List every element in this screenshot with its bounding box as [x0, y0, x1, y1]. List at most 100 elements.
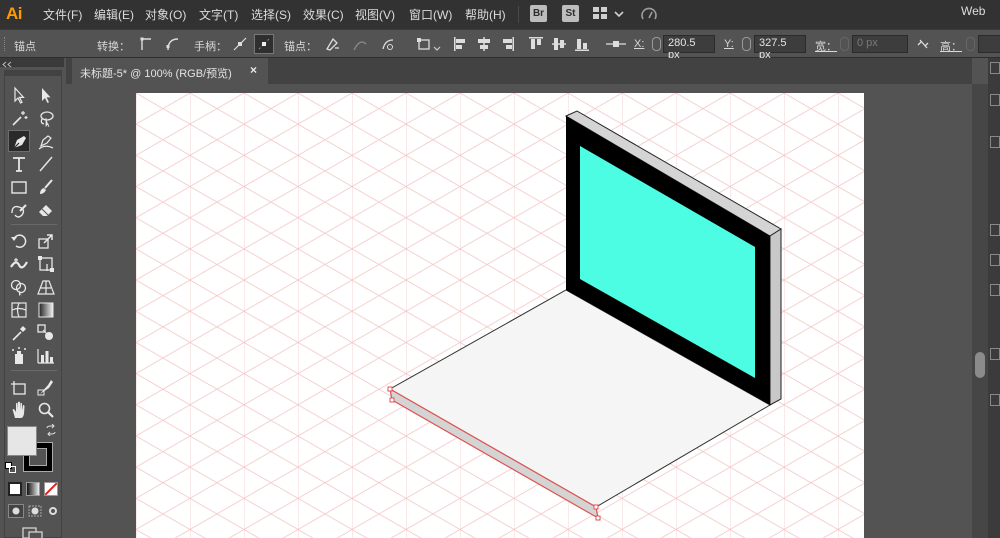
pen-tool[interactable] [8, 130, 30, 152]
direct-selection-tool[interactable] [35, 84, 57, 106]
fill-swatch[interactable] [7, 426, 37, 456]
y-input[interactable]: 327.5 px [754, 35, 806, 61]
hide-handles-button[interactable] [254, 34, 274, 54]
blend-tool[interactable] [35, 322, 57, 344]
height-stepper[interactable] [966, 37, 975, 51]
cut-path-icon[interactable] [380, 36, 396, 52]
panel-icon[interactable] [990, 348, 1000, 360]
panel-grip[interactable] [4, 37, 7, 51]
x-stepper[interactable] [652, 37, 661, 51]
artwork-canvas[interactable] [136, 93, 864, 538]
menu-type[interactable]: 文字(T) [199, 6, 238, 23]
align-bottom-icon[interactable] [574, 36, 590, 52]
anchor-point[interactable] [595, 515, 601, 521]
canvas-area[interactable] [66, 84, 972, 538]
reference-point-icon[interactable] [605, 36, 627, 52]
gradient-tool[interactable] [35, 299, 57, 321]
width-input[interactable]: 0 px [852, 35, 908, 53]
line-tool[interactable] [35, 153, 57, 175]
color-mode-button[interactable] [8, 482, 22, 496]
align-middle-icon[interactable] [551, 36, 567, 52]
panel-icon[interactable] [990, 284, 1000, 296]
height-input[interactable] [978, 35, 1000, 53]
artboard-tool[interactable] [8, 376, 30, 398]
menu-edit[interactable]: 编辑(E) [94, 6, 134, 23]
anchor-point[interactable] [593, 504, 599, 510]
eyedropper-tool[interactable] [8, 322, 30, 344]
scrollbar-thumb[interactable] [975, 352, 985, 378]
menu-effect[interactable]: 效果(C) [303, 6, 344, 23]
panel-icon[interactable] [990, 136, 1000, 148]
swap-fill-stroke-icon[interactable] [45, 423, 57, 437]
stock-button[interactable]: St [562, 5, 579, 22]
rectangle-tool[interactable] [8, 176, 30, 198]
type-tool[interactable] [8, 153, 30, 175]
selection-tool[interactable] [8, 84, 30, 106]
eraser-tool[interactable] [35, 199, 57, 221]
menu-view[interactable]: 视图(V) [355, 6, 395, 23]
align-center-icon[interactable] [476, 36, 492, 52]
show-handles-icon[interactable] [232, 36, 248, 52]
workspace-switcher[interactable]: Web [961, 4, 985, 18]
menu-object[interactable]: 对象(O) [145, 6, 186, 23]
close-icon[interactable]: × [250, 63, 257, 77]
draw-inside-button[interactable] [45, 504, 61, 518]
none-mode-button[interactable] [44, 482, 58, 496]
slice-tool[interactable] [35, 376, 57, 398]
x-input[interactable]: 280.5 px [663, 35, 715, 61]
shaper-tool[interactable] [8, 199, 30, 221]
menu-help[interactable]: 帮助(H) [465, 6, 506, 23]
menu-file[interactable]: 文件(F) [43, 6, 82, 23]
arrange-documents-icon[interactable] [593, 7, 607, 20]
panel-icon[interactable] [990, 62, 1000, 74]
mesh-tool[interactable] [8, 299, 30, 321]
isolate-object-icon[interactable] [416, 36, 432, 52]
y-stepper[interactable] [742, 37, 751, 51]
connect-anchors-icon[interactable] [352, 36, 368, 52]
align-right-icon[interactable] [499, 36, 515, 52]
align-top-icon[interactable] [528, 36, 544, 52]
gradient-mode-button[interactable] [26, 482, 40, 496]
gpu-performance-icon[interactable] [640, 6, 658, 22]
panel-icon[interactable] [990, 94, 1000, 106]
remove-anchor-icon[interactable] [324, 36, 340, 52]
shape-builder-tool[interactable] [8, 276, 30, 298]
vertical-scrollbar[interactable] [972, 84, 988, 538]
anchor-point[interactable] [387, 386, 393, 392]
column-graph-tool[interactable] [35, 345, 57, 367]
menu-window[interactable]: 窗口(W) [409, 6, 452, 23]
screen-mode-icon[interactable] [21, 526, 45, 538]
magic-wand-tool[interactable] [8, 107, 30, 129]
width-tool[interactable] [8, 253, 30, 275]
hand-tool[interactable] [8, 399, 30, 421]
panel-icon[interactable] [990, 254, 1000, 266]
rotate-tool[interactable] [8, 230, 30, 252]
lasso-tool[interactable] [35, 107, 57, 129]
constrain-proportions-icon[interactable] [915, 36, 931, 52]
screen-frame-side[interactable] [769, 228, 782, 406]
bridge-button[interactable]: Br [530, 5, 547, 22]
zoom-tool[interactable] [35, 399, 57, 421]
width-stepper[interactable] [840, 37, 849, 51]
menu-select[interactable]: 选择(S) [251, 6, 291, 23]
draw-normal-button[interactable] [8, 504, 24, 518]
anchor-point[interactable] [389, 397, 395, 403]
toolbar-header[interactable] [0, 58, 64, 68]
scale-tool[interactable] [35, 230, 57, 252]
convert-to-corner-icon[interactable] [139, 36, 155, 52]
tab-document[interactable]: 未标题-5* @ 100% (RGB/预览) × [72, 58, 268, 84]
chevron-down-icon[interactable] [433, 42, 441, 51]
curvature-tool[interactable] [35, 130, 57, 152]
artboard[interactable] [136, 93, 864, 538]
symbol-sprayer-tool[interactable] [8, 345, 30, 367]
perspective-grid-tool[interactable] [35, 276, 57, 298]
align-left-icon[interactable] [453, 36, 469, 52]
draw-behind-button[interactable] [27, 504, 43, 518]
paintbrush-tool[interactable] [35, 176, 57, 198]
panel-icon[interactable] [990, 394, 1000, 406]
free-transform-tool[interactable] [35, 253, 57, 275]
convert-to-smooth-icon[interactable] [165, 36, 181, 52]
default-fill-stroke-icon[interactable] [5, 462, 17, 474]
chevron-down-icon[interactable] [614, 8, 624, 18]
panel-icon[interactable] [990, 224, 1000, 236]
